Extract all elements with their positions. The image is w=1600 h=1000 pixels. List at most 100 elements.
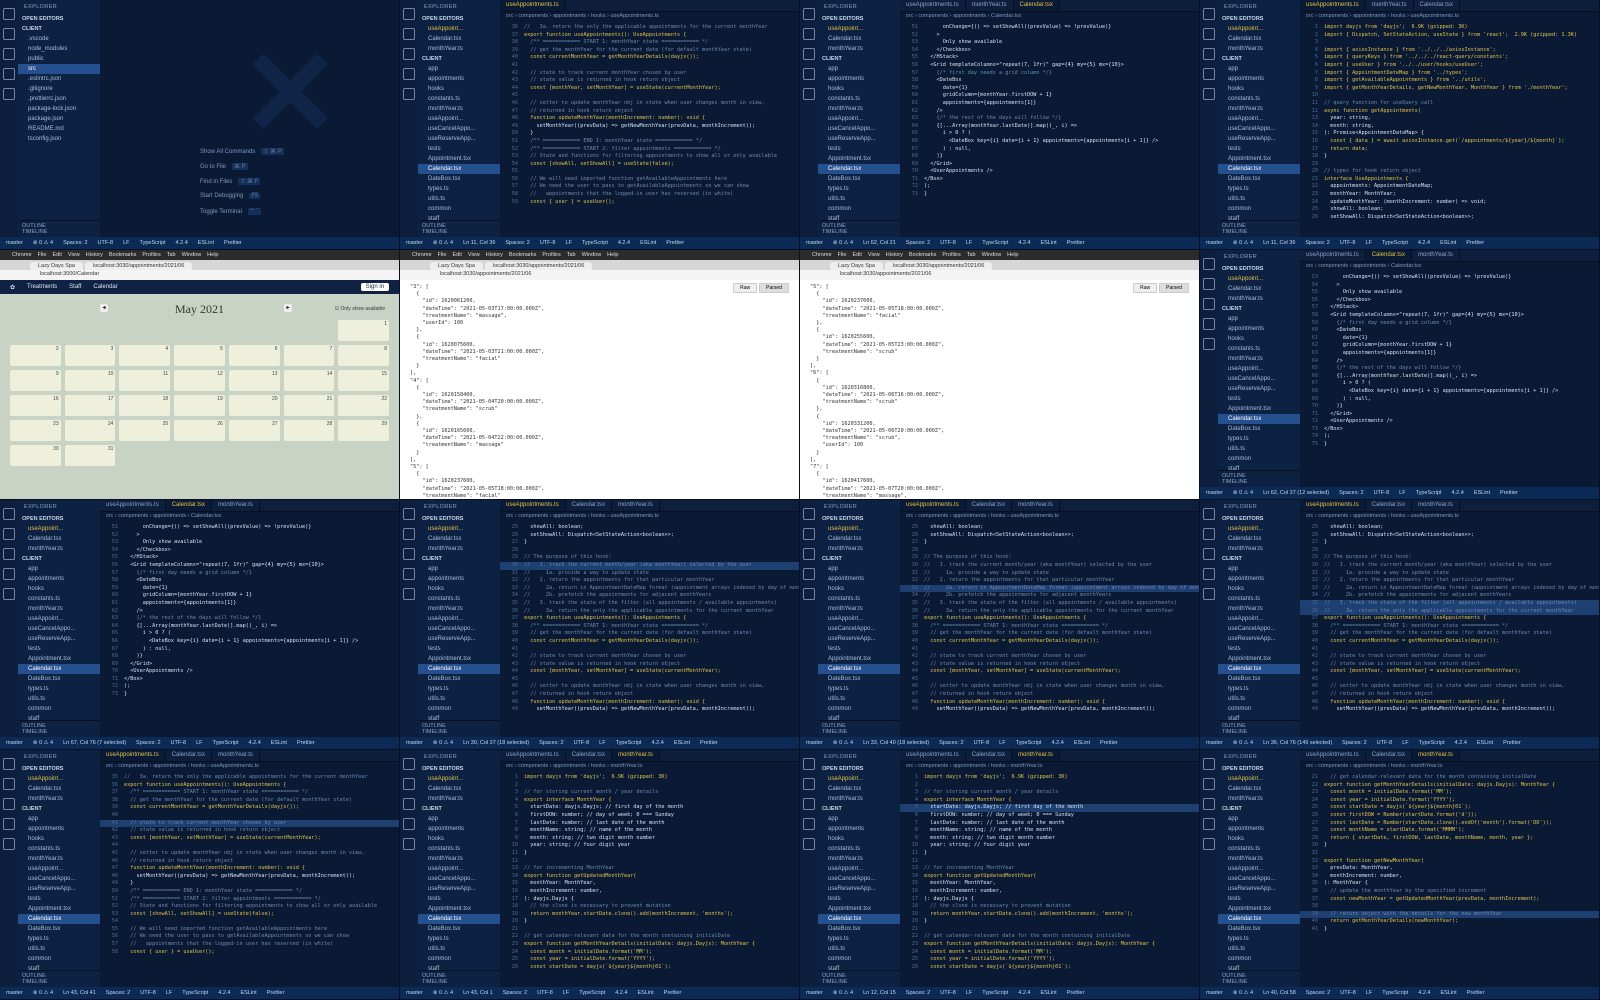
status-item[interactable]: ESLint <box>1040 990 1056 996</box>
tab-month[interactable]: monthYear.ts <box>1012 750 1060 761</box>
debug-icon[interactable] <box>3 68 15 80</box>
open-editors-header[interactable]: OPEN EDITORS <box>18 14 100 24</box>
file-tree-item[interactable]: types.ts <box>1218 684 1300 694</box>
timeline-header[interactable]: TIMELINE <box>822 229 896 235</box>
branch-indicator[interactable]: master <box>406 240 423 246</box>
extensions-icon[interactable] <box>1203 88 1215 100</box>
file-tree-item[interactable]: tsconfig.json <box>18 134 100 144</box>
file-tree-item[interactable]: Appointment.tsx <box>1218 154 1300 164</box>
status-item[interactable]: UTF-8 <box>940 990 956 996</box>
client-folder[interactable]: CLIENT <box>418 54 500 64</box>
files-icon[interactable] <box>1203 8 1215 20</box>
file-tree-item[interactable]: DateBox.tsx <box>18 674 100 684</box>
tab-month[interactable]: monthYear.ts <box>1012 500 1060 511</box>
file-tree-item[interactable]: DateBox.tsx <box>1218 924 1300 934</box>
problems-indicator[interactable]: ⊗ 0 ⚠ 4 <box>33 990 53 996</box>
source-control-icon[interactable] <box>1203 798 1215 810</box>
files-icon[interactable] <box>1203 508 1215 520</box>
date-box[interactable]: 27 <box>228 420 280 441</box>
file-tree-item[interactable]: monthYear.ts <box>1218 354 1300 364</box>
client-folder[interactable]: CLIENT <box>818 554 900 564</box>
mac-menu-item[interactable]: Edit <box>452 252 461 258</box>
file-tree-item[interactable]: appointments <box>1218 74 1300 84</box>
file-tree-item[interactable]: app <box>18 564 100 574</box>
tab-month[interactable]: monthYear.ts <box>612 750 660 761</box>
open-editor-item[interactable]: Calendar.tsx <box>818 34 900 44</box>
files-icon[interactable] <box>3 8 15 20</box>
file-tree-item[interactable]: Calendar.tsx <box>18 914 100 924</box>
file-tree-item[interactable]: useReserveApp... <box>1218 884 1300 894</box>
date-box[interactable]: 5 <box>174 345 225 366</box>
file-tree-item[interactable]: useReserveApp... <box>1218 134 1300 144</box>
open-editors-header[interactable]: OPEN EDITORS <box>418 514 500 524</box>
file-tree-item[interactable]: Calendar.tsx <box>1218 664 1300 674</box>
open-editors-header[interactable]: OPEN EDITORS <box>818 764 900 774</box>
date-box[interactable]: 9 <box>10 370 61 391</box>
prev-month-button[interactable]: ◂ <box>100 304 108 312</box>
timeline-header[interactable]: TIMELINE <box>1222 979 1296 985</box>
files-icon[interactable] <box>403 508 415 520</box>
open-editor-item[interactable]: Calendar.tsx <box>418 34 500 44</box>
status-item[interactable]: LF <box>1399 490 1405 496</box>
branch-indicator[interactable]: master <box>1206 740 1223 746</box>
file-tree-item[interactable]: utils.ts <box>1218 444 1300 454</box>
status-item[interactable]: ESLint <box>1477 740 1493 746</box>
status-item[interactable]: TypeScript <box>1382 240 1408 246</box>
file-tree-item[interactable]: useAppoint... <box>818 614 900 624</box>
source-control-icon[interactable] <box>1203 48 1215 60</box>
cursor-position[interactable]: Ln 33, Col 40 (18 selected) <box>863 740 929 746</box>
status-item[interactable]: UTF-8 <box>940 240 956 246</box>
date-box[interactable]: 2 <box>10 345 61 366</box>
sign-in-button[interactable]: Sign in <box>360 283 389 291</box>
mac-menu-item[interactable]: Window <box>582 252 602 258</box>
search-icon[interactable] <box>3 778 15 790</box>
file-tree-item[interactable]: types.ts <box>18 684 100 694</box>
file-tree-item[interactable]: Appointment.tsx <box>1218 404 1300 414</box>
client-folder[interactable]: CLIENT <box>1218 54 1300 64</box>
tab-use[interactable]: useAppointments.ts <box>100 500 166 511</box>
status-item[interactable]: ESLint <box>640 240 656 246</box>
status-item[interactable]: ESLint <box>637 990 653 996</box>
extensions-icon[interactable] <box>3 588 15 600</box>
open-editor-item[interactable]: monthYear.ts <box>818 544 900 554</box>
tab-month[interactable]: monthYear.ts <box>212 750 260 761</box>
status-item[interactable]: Prettier <box>666 240 684 246</box>
file-tree-item[interactable]: utils.ts <box>18 944 100 954</box>
status-item[interactable]: ESLint <box>1440 240 1456 246</box>
status-item[interactable]: TypeScript <box>582 240 608 246</box>
source-control-icon[interactable] <box>1203 298 1215 310</box>
status-item[interactable]: Prettier <box>664 990 682 996</box>
status-item[interactable]: Spaces: 2 <box>906 240 930 246</box>
breadcrumb[interactable]: src › components › appointments › Calend… <box>100 512 399 522</box>
debug-icon[interactable] <box>1203 568 1215 580</box>
open-editor-item[interactable]: Calendar.tsx <box>1218 784 1300 794</box>
date-box[interactable]: 12 <box>174 370 225 391</box>
tab-month[interactable]: monthYear.ts <box>212 500 260 511</box>
open-editor-item[interactable]: Calendar.tsx <box>1218 284 1300 294</box>
file-tree-item[interactable]: useCancelAppo... <box>818 874 900 884</box>
problems-indicator[interactable]: ⊗ 0 ⚠ 4 <box>1233 240 1253 246</box>
file-tree-item[interactable]: useCancelAppo... <box>418 874 500 884</box>
file-tree-item[interactable]: useReserveApp... <box>1218 384 1300 394</box>
mac-menu-item[interactable]: Tab <box>567 252 576 258</box>
file-tree-item[interactable]: useAppoint... <box>18 614 100 624</box>
file-tree-item[interactable]: useAppoint... <box>818 864 900 874</box>
open-editor-item[interactable]: useAppoint... <box>818 524 900 534</box>
file-tree-item[interactable]: appointments <box>1218 324 1300 334</box>
file-tree-item[interactable]: DateBox.tsx <box>1218 424 1300 434</box>
file-tree-item[interactable]: hooks <box>18 834 100 844</box>
problems-indicator[interactable]: ⊗ 0 ⚠ 4 <box>833 240 853 246</box>
breadcrumb[interactable]: src › components › appointments › hooks … <box>900 512 1199 522</box>
tab-month[interactable]: monthYear.ts <box>1412 500 1460 511</box>
file-tree-item[interactable]: useAppoint... <box>18 864 100 874</box>
file-tree-item[interactable]: package-lock.json <box>18 104 100 114</box>
raw-button[interactable]: Raw <box>733 283 758 293</box>
debug-icon[interactable] <box>403 568 415 580</box>
file-tree-item[interactable]: useReserveApp... <box>18 634 100 644</box>
status-item[interactable]: Prettier <box>1100 740 1118 746</box>
file-tree-item[interactable]: DateBox.tsx <box>818 924 900 934</box>
cursor-position[interactable]: Ln 62, Col 37 (12 selected) <box>1263 490 1329 496</box>
file-tree-item[interactable]: useReserveApp... <box>1218 634 1300 644</box>
file-tree-item[interactable]: monthYear.ts <box>18 604 100 614</box>
date-box[interactable]: 1 <box>338 320 389 341</box>
